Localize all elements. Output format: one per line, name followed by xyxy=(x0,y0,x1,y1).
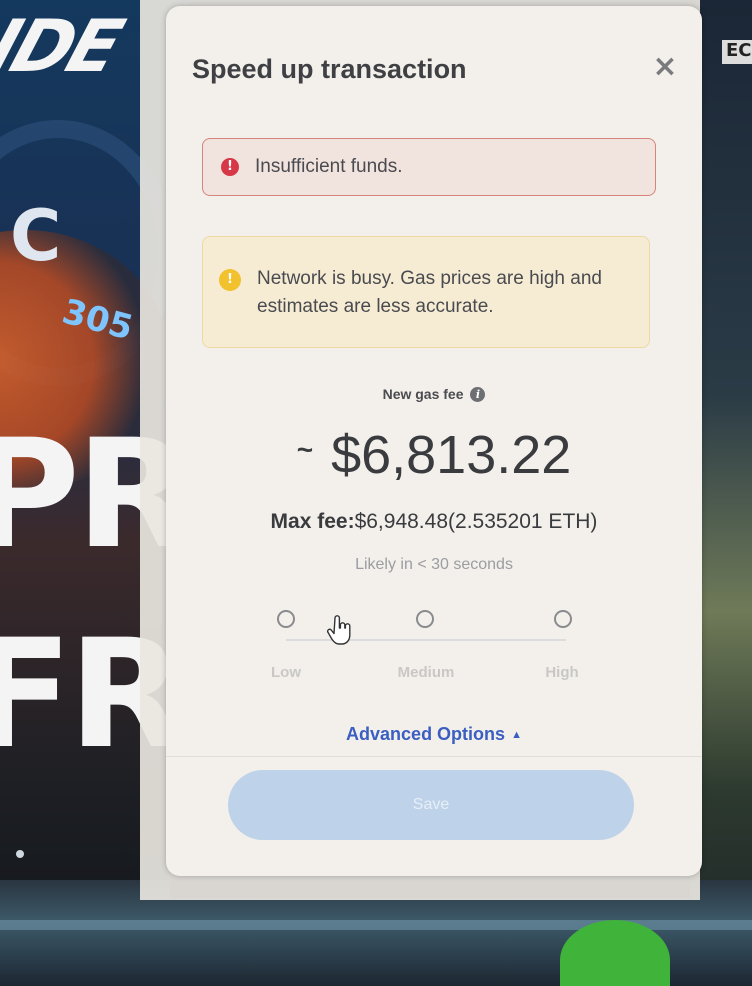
save-button[interactable]: Save xyxy=(228,770,634,840)
speed-option-low[interactable] xyxy=(277,610,295,628)
speed-label-high[interactable]: High xyxy=(512,664,612,681)
approx-symbol: ~ xyxy=(296,434,314,465)
background-corner-text: EC xyxy=(722,40,752,64)
error-alert-text: Insufficient funds. xyxy=(255,156,403,177)
close-button[interactable]: × xyxy=(652,52,678,82)
background-dot xyxy=(16,850,24,858)
gas-fee-value: $6,813.22 xyxy=(331,425,572,485)
info-icon[interactable]: i xyxy=(470,387,486,402)
speed-label-medium[interactable]: Medium xyxy=(376,664,476,681)
modal-title: Speed up transaction xyxy=(192,54,467,84)
advanced-options-toggle[interactable]: Advanced Options ▲ xyxy=(166,724,702,745)
gas-fee-amount: ~ $6,813.22 xyxy=(166,424,702,486)
speed-option-medium[interactable] xyxy=(416,610,434,628)
background-letter: C xyxy=(10,195,61,277)
speed-option-high[interactable] xyxy=(554,610,572,628)
gas-fee-label: New gas fee xyxy=(382,386,464,402)
warning-icon: ! xyxy=(219,269,241,291)
max-fee: Max fee:$6,948.48(2.535201 ETH) xyxy=(166,510,702,534)
caret-up-icon: ▲ xyxy=(511,729,522,741)
close-icon: × xyxy=(652,49,678,84)
footer-divider xyxy=(166,756,702,757)
estimated-time: Likely in < 30 seconds xyxy=(355,556,513,573)
hand-cursor-icon xyxy=(327,615,351,645)
error-icon: ! xyxy=(221,158,239,176)
max-fee-label: Max fee: xyxy=(270,510,355,533)
error-alert: ! Insufficient funds. xyxy=(202,138,656,196)
gas-fee-heading: New gas fee i xyxy=(166,386,702,402)
max-fee-eth: (2.535201 ETH) xyxy=(448,510,598,533)
advanced-options-label: Advanced Options xyxy=(346,724,506,744)
max-fee-value: $6,948.48 xyxy=(354,510,449,533)
speed-up-modal: Speed up transaction × ! Insufficient fu… xyxy=(166,6,702,876)
warning-alert: ! Network is busy. Gas prices are high a… xyxy=(202,236,650,348)
speed-label-low[interactable]: Low xyxy=(236,664,336,681)
warning-alert-text: Network is busy. Gas prices are high and… xyxy=(257,268,602,317)
